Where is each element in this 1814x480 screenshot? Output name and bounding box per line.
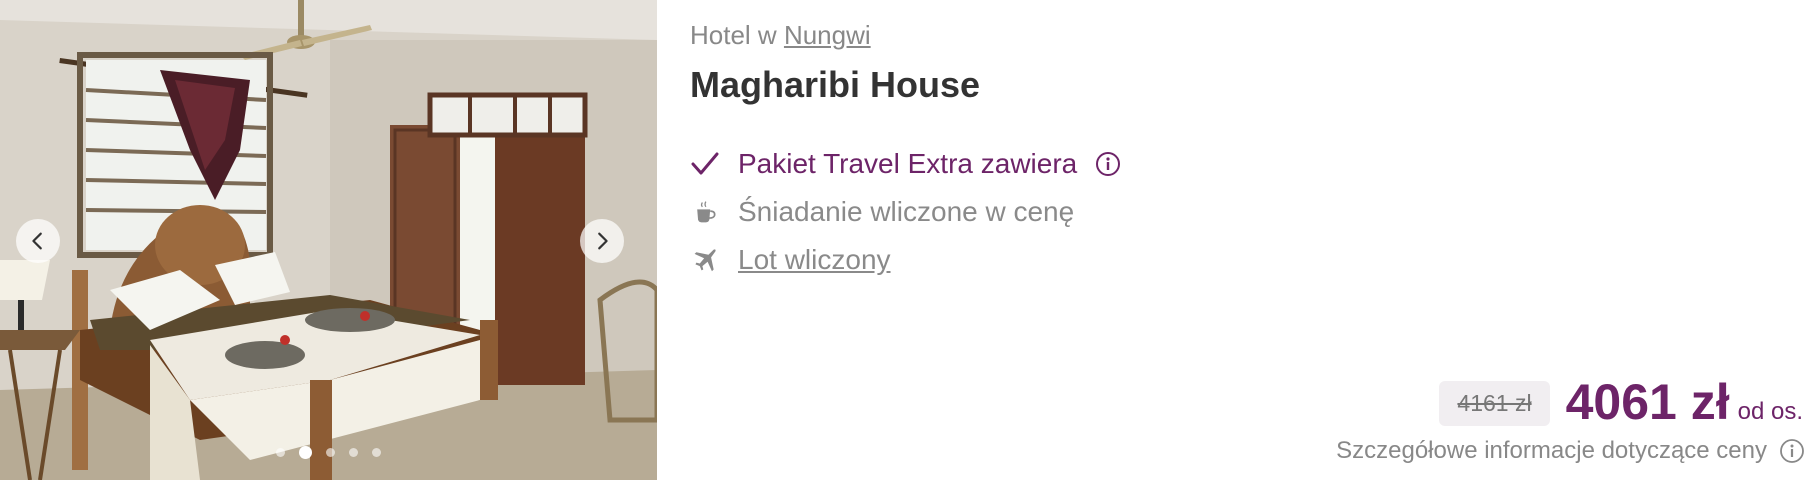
airplane-icon [690,245,720,275]
gallery-pagination [0,446,657,459]
price-details-link[interactable]: Szczegółowe informacje dotyczące ceny [1336,437,1805,465]
breakfast-feature: Śniadanie wliczone w cenę [690,188,1121,236]
info-icon [1780,439,1804,463]
hotel-features: Pakiet Travel Extra zawiera Śniadanie wl… [690,140,1121,284]
hotel-photo-gallery[interactable] [0,0,657,480]
gallery-dot[interactable] [349,448,358,457]
chevron-left-icon [32,232,42,250]
current-price: 4061 zł [1565,374,1730,430]
price-unit: od os. [1737,398,1803,425]
hotel-room-photo [0,0,657,480]
hotel-name: Magharibi House [690,64,981,105]
info-icon[interactable] [1095,151,1121,177]
gallery-dot-active[interactable] [299,446,312,459]
hotel-info: Hotel w Nungwi Magharibi House Pakiet Tr… [690,0,1814,480]
chevron-right-icon [598,232,608,250]
gallery-dot[interactable] [326,448,335,457]
coffee-cup-icon [690,197,720,227]
checkmark-icon [690,149,720,179]
location-prefix: Hotel w [690,20,777,50]
flight-included-link[interactable]: Lot wliczony [738,244,891,276]
hotel-location: Hotel w Nungwi [690,20,871,51]
flight-feature: Lot wliczony [690,236,1121,284]
previous-photo-button[interactable] [16,219,60,263]
package-feature: Pakiet Travel Extra zawiera [690,140,1121,188]
gallery-dot[interactable] [276,448,285,457]
location-link[interactable]: Nungwi [784,20,871,50]
old-price: 4161 zł [1439,381,1550,426]
price-details-label: Szczegółowe informacje dotyczące ceny [1336,437,1767,464]
breakfast-label: Śniadanie wliczone w cenę [738,196,1075,227]
next-photo-button[interactable] [580,219,624,263]
gallery-dot[interactable] [372,448,381,457]
package-label: Pakiet Travel Extra zawiera [738,148,1078,179]
price-block: 4161 zł 4061 zł od os. [1439,373,1803,434]
